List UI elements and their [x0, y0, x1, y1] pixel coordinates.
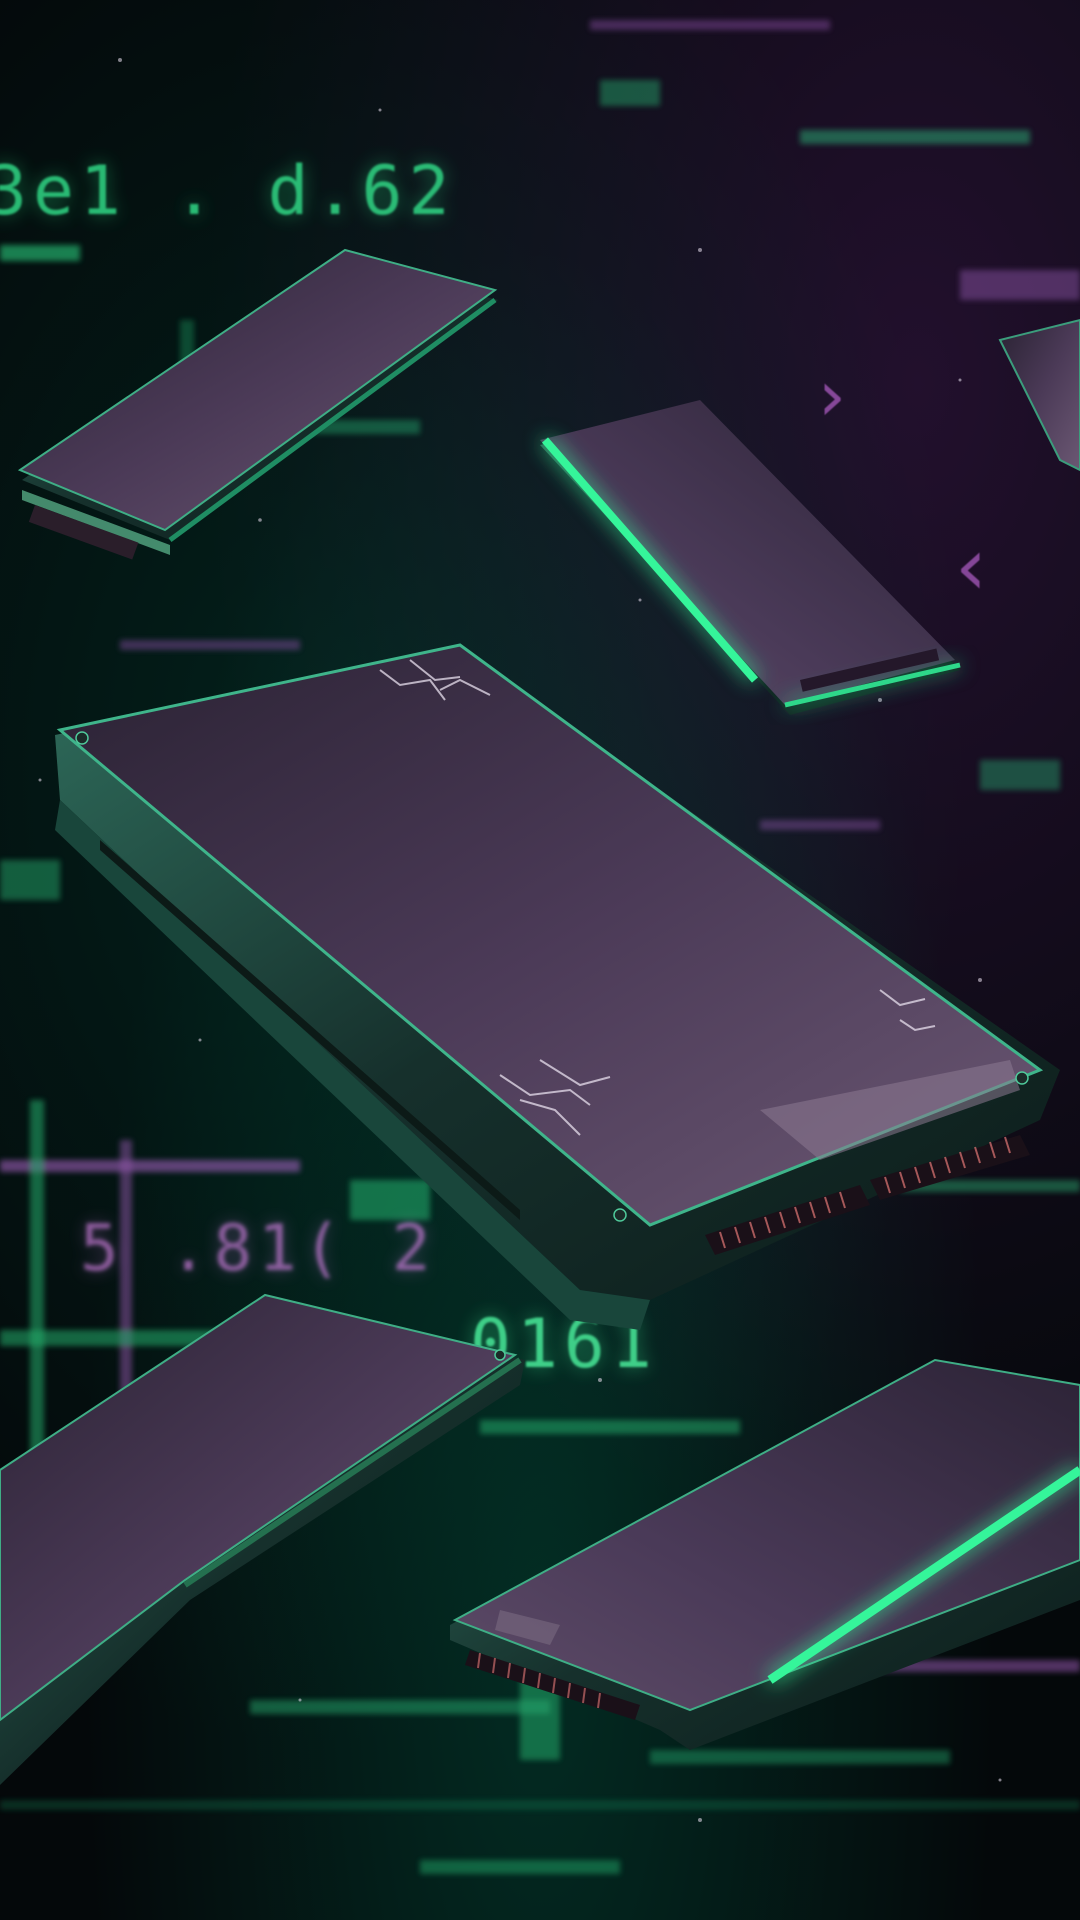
ssd-scene: 3e1 . d.62 5 .81( 2 0161 0 10 8.39 › ‹ [0, 0, 1080, 1920]
ssd-illustration [0, 20, 1080, 1874]
ssd-drive-center [55, 643, 1060, 1330]
ssd-drive-edge-right [998, 318, 1080, 472]
ssd-drive-top-right [540, 400, 961, 715]
ssd-drive-top-left [17, 248, 498, 560]
